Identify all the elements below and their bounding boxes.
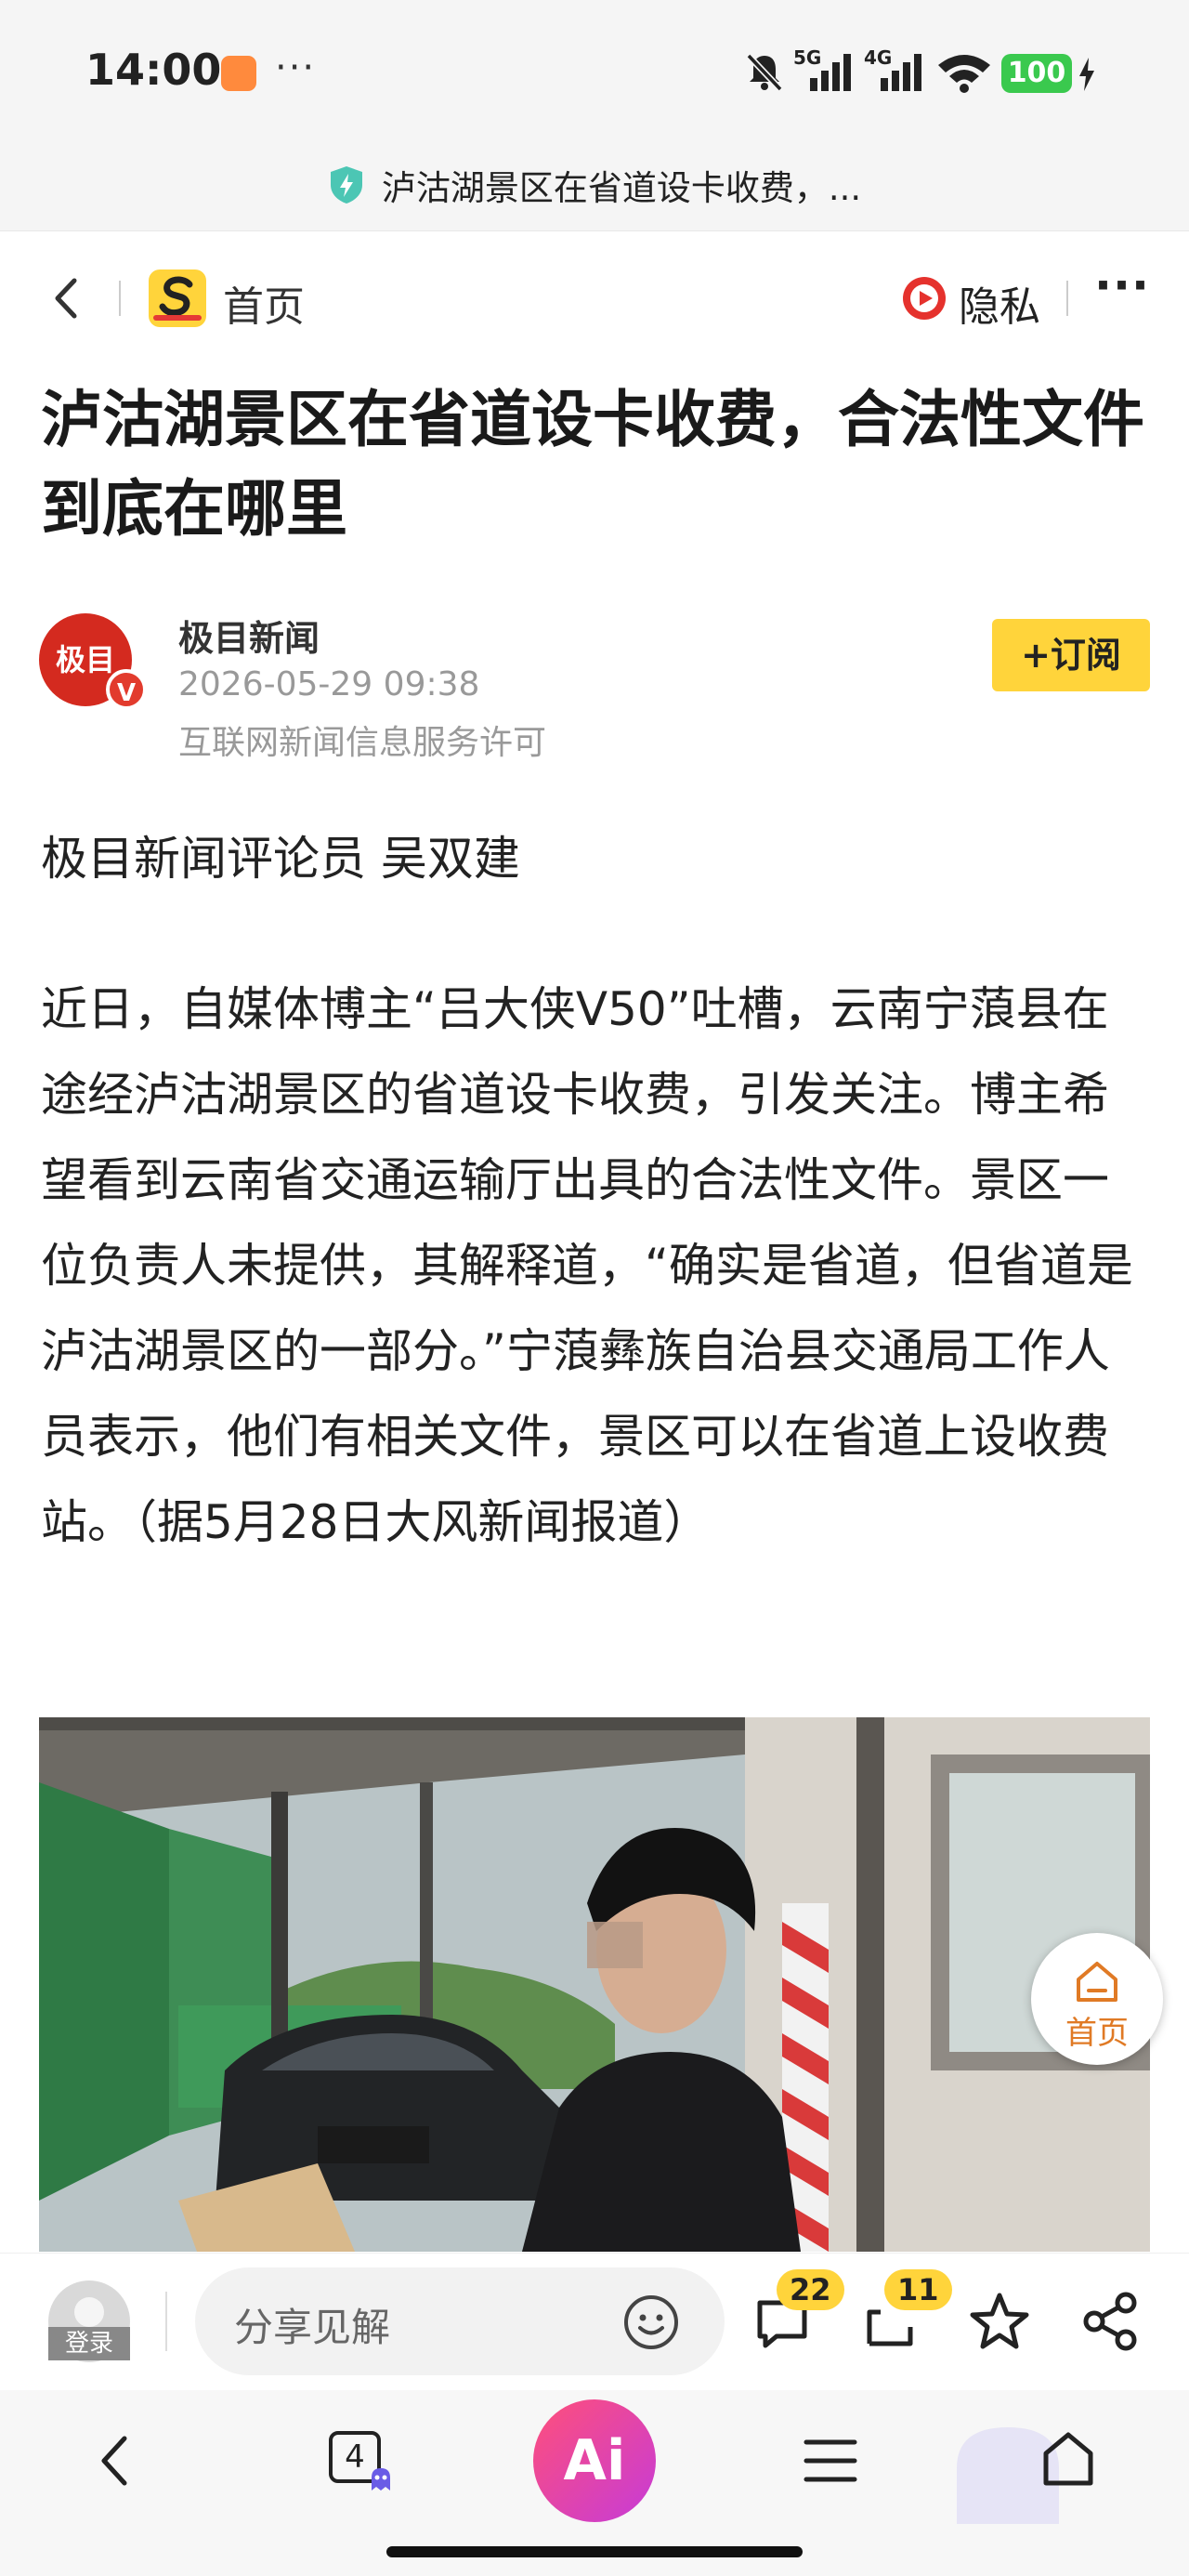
wifi-icon <box>938 55 990 93</box>
sohu-logo-icon[interactable] <box>149 269 206 327</box>
battery-indicator: 100 <box>1001 54 1072 93</box>
home-indicator[interactable] <box>386 2546 803 2557</box>
reposts-count-badge: 11 <box>884 2269 952 2310</box>
publish-date: 2026-05-29 09:38 <box>178 665 480 703</box>
article-paragraph: 近日，自媒体博主“吕大侠V50”吐槽，云南宁蒗县在途经泸沽湖景区的省道设卡收费，… <box>41 982 1133 1549</box>
ai-assistant-button[interactable]: Ai <box>533 2399 656 2522</box>
login-label[interactable]: 登录 <box>48 2327 130 2360</box>
floating-home-label: 首页 <box>1065 2015 1129 2052</box>
favorite-star-icon[interactable] <box>968 2290 1031 2353</box>
mute-bell-icon <box>746 53 783 92</box>
share-icon[interactable] <box>1079 2290 1143 2353</box>
nav-divider-right <box>1066 281 1068 316</box>
share-placeholder: 分享见解 <box>234 2305 391 2350</box>
signal-4g-icon <box>881 54 921 91</box>
home-tab-icon[interactable] <box>1039 2429 1098 2489</box>
comments-count-badge: 22 <box>777 2269 844 2310</box>
toll-booth-photo <box>39 1717 1150 2252</box>
menu-icon[interactable] <box>801 2435 860 2487</box>
floating-home-button[interactable]: 首页 <box>1031 1933 1163 2065</box>
more-options-icon[interactable]: ··· <box>1094 258 1150 312</box>
article-title: 泸沽湖景区在省道设卡收费，合法性文件到底在哪里 <box>41 384 1144 545</box>
page-title-in-url-bar: 泸沽湖景区在省道设卡收费，... <box>381 168 862 208</box>
browser-back-icon[interactable] <box>93 2431 139 2491</box>
comment-bar-divider <box>165 2292 167 2351</box>
back-arrow-icon[interactable] <box>46 275 87 322</box>
verified-badge-icon: V <box>106 669 147 710</box>
license-link[interactable]: 互联网新闻信息服务许可 <box>178 716 546 764</box>
signal-5g-icon <box>810 54 851 91</box>
play-privacy-icon[interactable] <box>901 275 947 322</box>
status-more-icon: ··· <box>275 46 317 89</box>
privacy-link[interactable]: 隐私 <box>959 273 1040 333</box>
home-link[interactable]: 首页 <box>223 273 305 333</box>
charging-icon <box>1079 58 1094 91</box>
publisher-name[interactable]: 极目新闻 <box>178 610 320 661</box>
taobao-notification-icon <box>221 56 256 91</box>
incognito-ghost-icon <box>372 2468 390 2491</box>
home-icon <box>1077 1962 1117 2002</box>
emoji-icon[interactable] <box>622 2293 680 2351</box>
secure-shield-icon <box>330 166 362 204</box>
url-bar[interactable]: 泸沽湖景区在省道设卡收费，... <box>0 139 1189 230</box>
article-byline: 极目新闻评论员 吴双建 <box>41 832 520 886</box>
subscribe-button[interactable]: +订阅 <box>992 619 1150 691</box>
article-photo[interactable] <box>39 1717 1150 2252</box>
nav-divider <box>119 281 121 316</box>
status-time: 14:00 <box>85 45 222 95</box>
